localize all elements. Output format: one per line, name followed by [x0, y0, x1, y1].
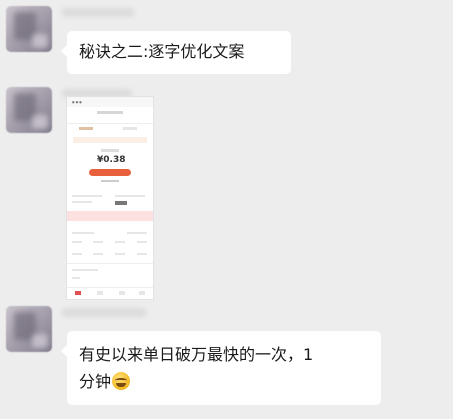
- message-bubble[interactable]: 秘诀之二:逐字优化文案: [61, 31, 291, 74]
- laughing-tears-emoji-icon: [112, 372, 131, 390]
- message-text: 秘诀之二:逐字优化文案: [79, 42, 245, 61]
- avatar[interactable]: [6, 306, 52, 352]
- sender-name-blurred: [62, 308, 146, 317]
- avatar[interactable]: [6, 87, 52, 133]
- message-bubble[interactable]: 有史以来单日破万最快的一次，1 分钟: [61, 331, 381, 405]
- sender-name-blurred: [62, 8, 134, 17]
- avatar[interactable]: [6, 6, 52, 52]
- screenshot-big-value: ¥0.38: [97, 155, 126, 165]
- image-message-screenshot[interactable]: ● ● ● ¥0.38: [66, 96, 154, 300]
